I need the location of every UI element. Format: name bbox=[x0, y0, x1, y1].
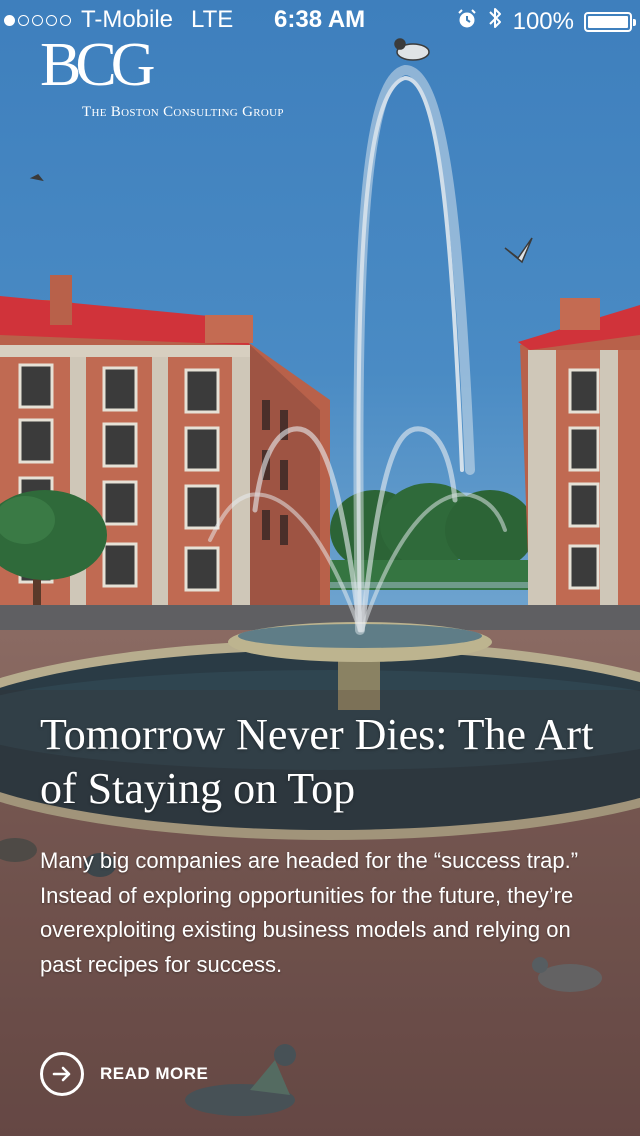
battery-icon bbox=[584, 11, 636, 32]
read-more-label: READ MORE bbox=[100, 1064, 209, 1083]
battery-percent: 100% bbox=[512, 7, 574, 35]
arrow-right-circle-icon bbox=[40, 1052, 84, 1096]
logo-mark: BCG bbox=[40, 31, 156, 99]
status-left: T-Mobile LTE bbox=[4, 6, 233, 34]
read-more-button[interactable]: READ MORE bbox=[40, 1050, 208, 1098]
network-label: LTE bbox=[191, 6, 234, 33]
status-right: 100% bbox=[457, 6, 636, 37]
clock: 6:38 AM bbox=[274, 6, 366, 33]
logo-subtitle: The Boston Consulting Group bbox=[82, 104, 284, 120]
article-summary: Many big companies are headed for the “s… bbox=[40, 848, 579, 977]
carrier-label: T-Mobile bbox=[81, 6, 174, 33]
article-headline: Tomorrow Never Dies: The Art of Staying … bbox=[40, 710, 594, 813]
alarm-icon bbox=[457, 8, 477, 36]
bcg-logo[interactable]: BCG The Boston Consulting Group bbox=[40, 31, 283, 120]
bluetooth-icon bbox=[487, 6, 503, 37]
signal-icon bbox=[4, 14, 71, 26]
right-building bbox=[518, 298, 640, 610]
